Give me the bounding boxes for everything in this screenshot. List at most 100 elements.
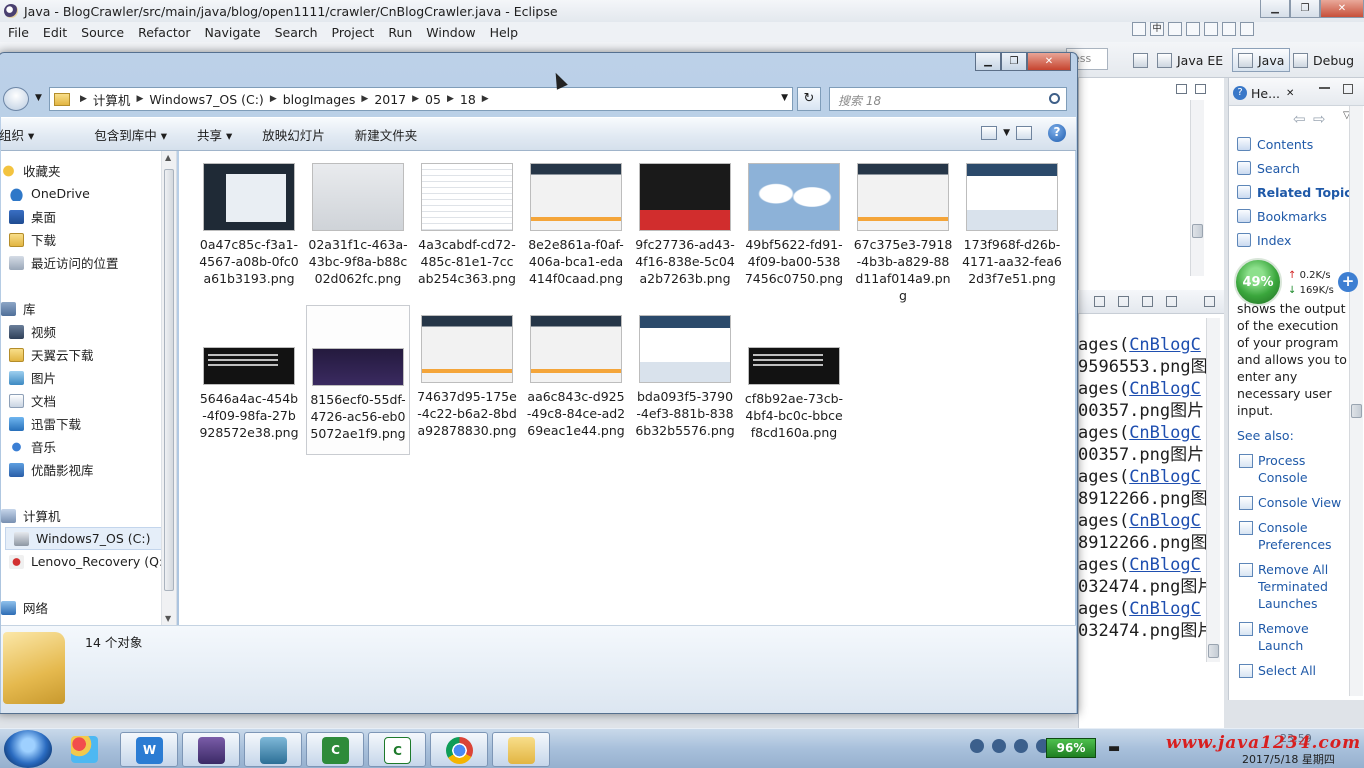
organize-button[interactable]: 组织 ▾ xyxy=(0,125,34,144)
nav-tree-item[interactable]: Lenovo_Recovery (Q:) xyxy=(1,550,168,573)
file-item[interactable]: 74637d95-175e-4c22-b6a2-8bda92878830.png xyxy=(415,305,519,455)
perspective-debug[interactable]: Debug xyxy=(1288,48,1359,72)
minimize-view-icon[interactable] xyxy=(1319,86,1330,89)
console-source-link[interactable]: CnBlogC xyxy=(1129,511,1201,531)
console-tool-icon[interactable] xyxy=(1142,296,1153,307)
related-link[interactable]: Remove All Terminated Launches xyxy=(1239,561,1349,612)
nav-tree-item[interactable]: 天翼云下载 xyxy=(1,343,168,366)
search-input[interactable]: 搜索 18 xyxy=(829,87,1067,111)
nav-tree-item[interactable]: Windows7_OS (C:) xyxy=(5,527,165,550)
console-source-link[interactable]: CnBlogC xyxy=(1129,379,1201,399)
help-tab[interactable]: ? He... ✕ xyxy=(1233,82,1294,104)
nav-tree-item[interactable]: 视频 xyxy=(1,320,168,343)
toolbar-icon[interactable]: 中 xyxy=(1150,22,1164,36)
help-link-contents[interactable]: Contents xyxy=(1237,132,1359,156)
menu-item-project[interactable]: Project xyxy=(326,25,383,40)
network-speed-widget[interactable]: 49% ↑ 0.2K/s ↓ 169K/s + xyxy=(1234,258,1362,306)
explorer-maximize-button[interactable]: ❐ xyxy=(1001,53,1027,71)
console-tool-icon[interactable] xyxy=(1118,296,1129,307)
preview-pane-icon[interactable] xyxy=(1016,126,1032,140)
taskbar-app-button[interactable] xyxy=(492,732,550,767)
change-view-icon[interactable] xyxy=(981,126,998,140)
tray-icon[interactable] xyxy=(1014,739,1028,753)
nav-tree-item[interactable]: 桌面 xyxy=(1,205,168,228)
taskbar-app-button[interactable] xyxy=(430,732,488,767)
nav-tree-item[interactable]: 下载 xyxy=(1,228,168,251)
menu-item-help[interactable]: Help xyxy=(484,25,527,40)
include-in-library-button[interactable]: 包含到库中 ▾ xyxy=(94,125,167,144)
chevron-right-icon[interactable]: ▶ xyxy=(136,94,143,104)
nav-tree-item[interactable]: 最近访问的位置 xyxy=(1,251,168,274)
taskbar-app-button[interactable]: W xyxy=(120,732,178,767)
console-source-link[interactable]: CnBlogC xyxy=(1129,423,1201,443)
close-tab-icon[interactable]: ✕ xyxy=(1286,88,1294,99)
chevron-right-icon[interactable]: ▶ xyxy=(482,94,489,104)
share-button[interactable]: 共享 ▾ xyxy=(197,125,232,144)
help-scrollbar[interactable] xyxy=(1349,106,1363,696)
view-options-dropdown-icon[interactable]: ▼ xyxy=(1003,128,1010,138)
toolbar-icon[interactable] xyxy=(1240,22,1254,36)
chevron-right-icon[interactable]: ▶ xyxy=(80,94,87,104)
breadcrumb-item[interactable]: blogImages xyxy=(283,92,356,107)
maximize-view-icon[interactable] xyxy=(1204,296,1215,307)
nav-tree-item[interactable]: 音乐 xyxy=(1,435,168,458)
explorer-minimize-button[interactable]: ▁ xyxy=(975,53,1001,71)
perspective-java[interactable]: Java xyxy=(1232,48,1291,72)
file-item[interactable]: 8156ecf0-55df-4726-ac56-eb05072ae1f9.png xyxy=(306,305,410,455)
menu-item-window[interactable]: Window xyxy=(420,25,483,40)
tray-help-icon[interactable] xyxy=(992,739,1006,753)
chevron-right-icon[interactable]: ▶ xyxy=(270,94,277,104)
open-perspective-button[interactable] xyxy=(1128,48,1153,72)
plus-icon[interactable]: + xyxy=(1338,272,1358,292)
maximize-view-icon[interactable] xyxy=(1343,84,1353,94)
maximize-view-icon[interactable] xyxy=(1195,84,1206,94)
nav-tree-item[interactable]: 网络 xyxy=(1,596,168,619)
back-button[interactable] xyxy=(3,87,29,111)
file-item[interactable]: cf8b92ae-73cb-4bf4-bc0c-bbcef8cd160a.png xyxy=(742,305,846,455)
perspective-java-ee[interactable]: Java EE xyxy=(1152,48,1228,72)
address-bar[interactable]: ▶ 计算机 ▶ Windows7_OS (C:) ▶ blogImages ▶ 2017 ▶ 05… xyxy=(49,87,793,111)
chevron-right-icon[interactable]: ▶ xyxy=(447,94,454,104)
file-item[interactable]: 5646a4ac-454b-4f09-98fa-27b928572e38.png xyxy=(197,305,301,455)
toolbar-icon[interactable] xyxy=(1168,22,1182,36)
file-item[interactable]: bda093f5-3790-4ef3-881b-8386b32b5576.png xyxy=(633,305,737,455)
file-item[interactable]: 8e2e861a-f0af-406a-bca1-eda414f0caad.png xyxy=(524,153,628,303)
toolbar-icon[interactable] xyxy=(1222,22,1236,36)
taskbar-app-button[interactable] xyxy=(56,732,114,767)
file-item[interactable]: aa6c843c-d925-49c8-84ce-ad269eac1e44.png xyxy=(524,305,628,455)
taskbar-app-button[interactable]: C xyxy=(306,732,364,767)
menu-item-edit[interactable]: Edit xyxy=(37,25,75,40)
nav-tree-item[interactable]: 迅雷下载 xyxy=(1,412,168,435)
clock-date[interactable]: 2017/5/18 星期四 xyxy=(1242,751,1335,767)
file-item[interactable]: 49bf5622-fd91-4f09-ba00-5387456c0750.png xyxy=(742,153,846,303)
help-link-bookmarks[interactable]: Bookmarks xyxy=(1237,204,1359,228)
breadcrumb-item[interactable]: 计算机 xyxy=(93,90,131,109)
menu-item-run[interactable]: Run xyxy=(382,25,420,40)
file-item[interactable]: 67c375e3-7918-4b3b-a829-88d11af014a9.png xyxy=(851,153,955,303)
tray-icon[interactable] xyxy=(970,739,984,753)
nav-tree-item[interactable]: 图片 xyxy=(1,366,168,389)
file-item[interactable]: 4a3cabdf-cd72-485c-81e1-7ccab254c363.png xyxy=(415,153,519,303)
nav-tree-item[interactable]: 文档 xyxy=(1,389,168,412)
related-link[interactable]: Process Console xyxy=(1239,452,1349,486)
console-source-link[interactable]: CnBlogC xyxy=(1129,467,1201,487)
maximize-button[interactable]: ❐ xyxy=(1290,0,1320,18)
file-item[interactable]: 173f968f-d26b-4171-aa32-fea62d3f7e51.png xyxy=(960,153,1064,303)
menu-item-refactor[interactable]: Refactor xyxy=(132,25,198,40)
toolbar-icon[interactable] xyxy=(1204,22,1218,36)
toolbar-icon[interactable] xyxy=(1132,22,1146,36)
nav-tree-item[interactable]: 库 xyxy=(1,297,168,320)
start-button[interactable] xyxy=(4,730,52,768)
file-item[interactable]: 02a31f1c-463a-43bc-9f8a-b88c02d062fc.png xyxy=(306,153,410,303)
minimize-view-icon[interactable] xyxy=(1176,84,1187,94)
menu-item-navigate[interactable]: Navigate xyxy=(199,25,269,40)
console-source-link[interactable]: CnBlogC xyxy=(1129,599,1201,619)
refresh-button[interactable]: ↻ xyxy=(797,87,821,111)
breadcrumb-item[interactable]: 18 xyxy=(460,92,476,107)
related-link[interactable]: Remove Launch xyxy=(1239,620,1349,654)
back-arrow-icon[interactable]: ⇦ xyxy=(1293,110,1306,128)
address-dropdown-icon[interactable]: ▼ xyxy=(781,93,788,103)
help-link-index[interactable]: Index xyxy=(1237,228,1359,252)
nav-tree-item[interactable]: OneDrive xyxy=(1,182,168,205)
menu-item-source[interactable]: Source xyxy=(75,25,132,40)
